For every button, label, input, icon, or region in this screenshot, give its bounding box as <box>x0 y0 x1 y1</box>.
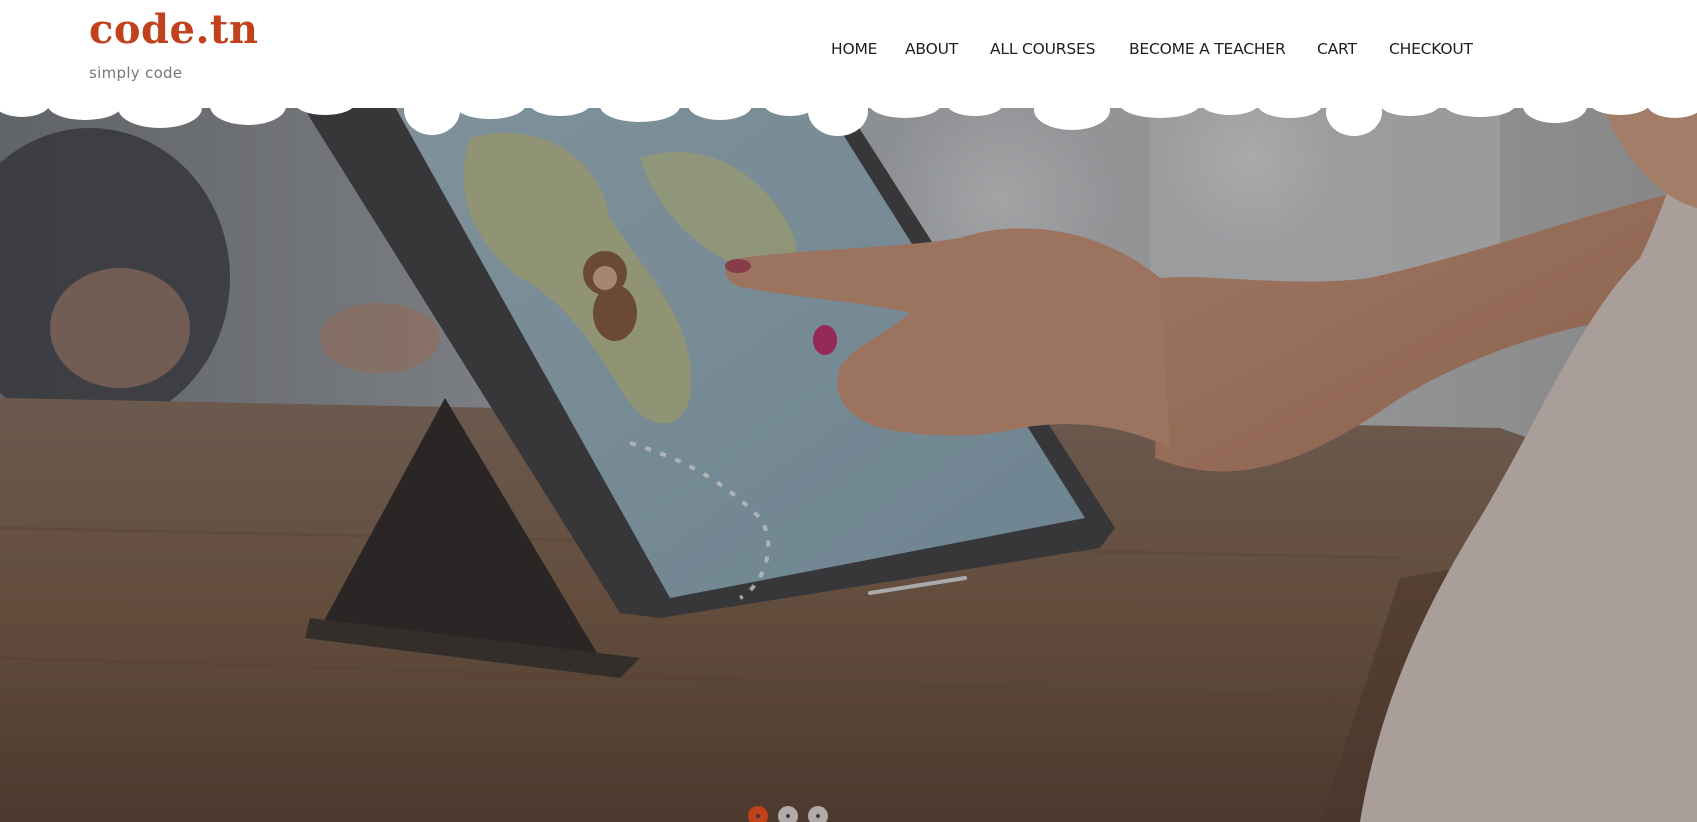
nav-item-about[interactable]: ABOUT <box>905 40 958 58</box>
carousel-dot-1[interactable] <box>748 806 768 822</box>
carousel-dot-2[interactable] <box>778 806 798 822</box>
nav-item-home[interactable]: HOME <box>831 40 877 58</box>
site-logo[interactable]: code.tn <box>89 6 258 54</box>
hero-slider[interactable] <box>0 98 1697 822</box>
site-header: code.tn simply code HOME ABOUT ALL COURS… <box>0 0 1697 108</box>
hero-overlay <box>0 98 1697 822</box>
page: code.tn simply code HOME ABOUT ALL COURS… <box>0 0 1697 822</box>
nav-item-checkout[interactable]: CHECKOUT <box>1389 40 1473 58</box>
nav-item-become-a-teacher[interactable]: BECOME A TEACHER <box>1129 40 1286 58</box>
site-tagline: simply code <box>89 64 183 82</box>
carousel-dot-3[interactable] <box>808 806 828 822</box>
nav-item-cart[interactable]: CART <box>1317 40 1357 58</box>
header-cloud-edge <box>0 98 1697 136</box>
nav-item-all-courses[interactable]: ALL COURSES <box>990 40 1095 58</box>
